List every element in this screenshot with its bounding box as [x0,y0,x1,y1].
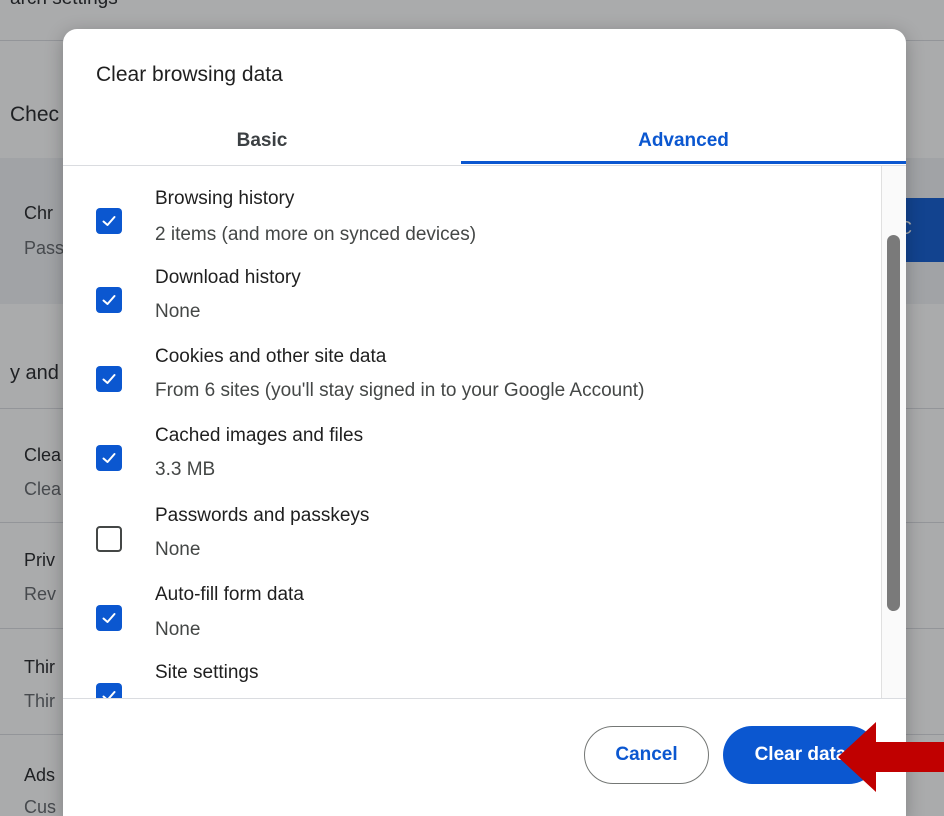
list-item-browsing-history[interactable]: Browsing history 2 items (and more on sy… [63,179,881,257]
checkbox-cached-images[interactable] [96,445,122,471]
item-title: Cached images and files [155,425,364,446]
item-title: Browsing history [155,188,295,209]
annotation-arrow-shape [838,722,944,792]
cancel-button[interactable]: Cancel [584,726,709,784]
item-description: 2 items (and more on synced devices) [155,224,477,245]
dialog-tabs: Basic Advanced [63,115,906,167]
item-title: Site settings [155,662,259,683]
item-description: None [155,619,201,640]
item-description: None [155,301,201,322]
scrollbar-thumb[interactable] [887,235,900,611]
list-item-site-settings[interactable]: Site settings [63,654,881,699]
list-item-passwords[interactable]: Passwords and passkeys None [63,496,881,574]
item-title: Download history [155,267,301,288]
checkmark-icon [102,374,116,384]
dialog-title: Clear browsing data [96,63,283,86]
data-types-list: Browsing history 2 items (and more on sy… [63,166,881,699]
checkbox-download-history[interactable] [96,287,122,313]
item-title: Cookies and other site data [155,346,387,367]
checkmark-icon [102,295,116,305]
list-item-cookies[interactable]: Cookies and other site data From 6 sites… [63,337,881,415]
checkbox-autofill[interactable] [96,605,122,631]
tab-basic[interactable]: Basic [63,115,461,167]
item-title: Auto-fill form data [155,584,304,605]
list-item-download-history[interactable]: Download history None [63,258,881,336]
list-item-cached-images[interactable]: Cached images and files 3.3 MB [63,416,881,494]
arrow-left-icon [838,722,944,792]
item-description: 3.3 MB [155,459,216,480]
checkbox-passwords[interactable] [96,526,122,552]
item-description: None [155,539,201,560]
active-tab-indicator [461,161,906,164]
checkmark-icon [102,613,116,623]
clear-browsing-data-dialog: Clear browsing data Basic Advanced Brows… [63,29,906,816]
checkbox-cookies[interactable] [96,366,122,392]
checkmark-icon [102,216,116,226]
item-title: Passwords and passkeys [155,505,370,526]
footer-divider [63,698,906,699]
checkbox-browsing-history[interactable] [96,208,122,234]
tab-advanced[interactable]: Advanced [461,115,906,167]
checkmark-icon [102,453,116,463]
item-description: From 6 sites (you'll stay signed in to y… [155,380,645,401]
checkbox-site-settings[interactable] [96,683,122,699]
list-item-autofill[interactable]: Auto-fill form data None [63,576,881,654]
